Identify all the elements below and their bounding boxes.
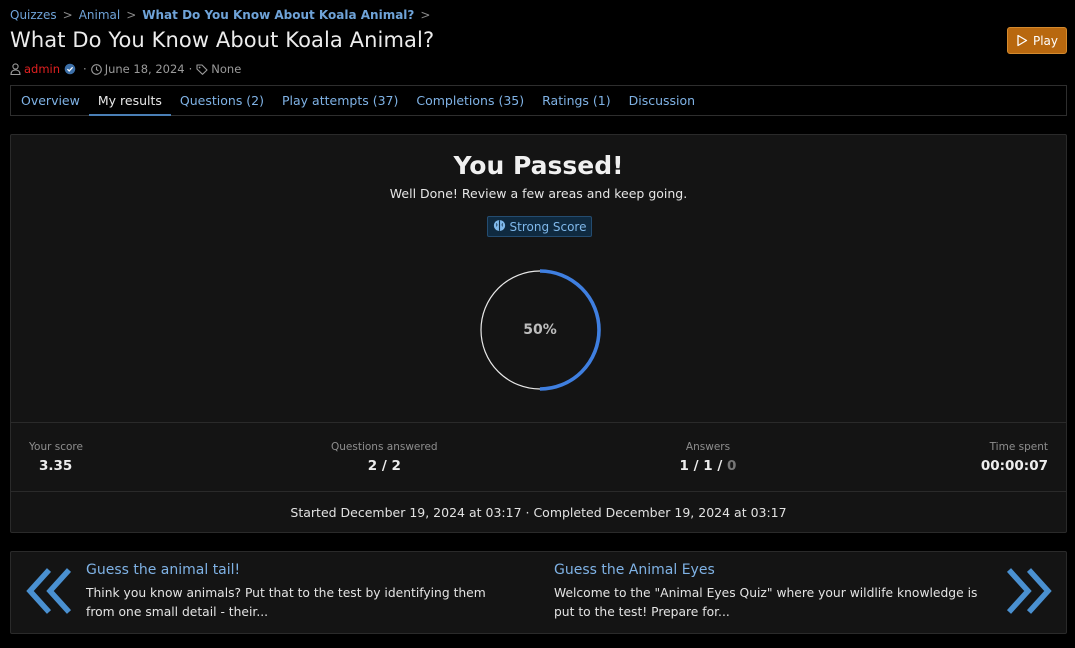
page-title: What Do You Know About Koala Animal? bbox=[10, 28, 435, 52]
publish-date: June 18, 2024 bbox=[104, 62, 185, 76]
stat-label: Time spent bbox=[989, 441, 1048, 453]
tab-completions[interactable]: Completions (35) bbox=[407, 86, 533, 115]
stat-value: 2 / 2 bbox=[367, 458, 401, 474]
gauge-percent-label: 50% bbox=[523, 322, 557, 338]
breadcrumb-item-animal[interactable]: Animal bbox=[79, 8, 121, 22]
stat-label: Your score bbox=[29, 441, 83, 453]
attempt-times: Started December 19, 2024 at 03:17 · Com… bbox=[290, 505, 787, 520]
tab-discussion[interactable]: Discussion bbox=[620, 86, 704, 115]
breadcrumb-separator: > bbox=[62, 8, 73, 22]
tags-value: None bbox=[211, 62, 242, 76]
next-quiz-description: Welcome to the "Animal Eyes Quiz" where … bbox=[554, 586, 978, 619]
stat-value: 3.35 bbox=[39, 458, 73, 474]
play-button-label: Play bbox=[1032, 33, 1059, 48]
play-icon bbox=[1016, 34, 1028, 47]
breadcrumb-separator: > bbox=[420, 8, 431, 22]
score-badge: Strong Score bbox=[487, 216, 592, 237]
result-heading: You Passed! bbox=[453, 151, 624, 180]
result-subtitle: Well Done! Review a few areas and keep g… bbox=[389, 186, 688, 201]
divider bbox=[11, 491, 1066, 492]
author-link[interactable]: admin bbox=[24, 62, 60, 76]
breadcrumb-separator: > bbox=[126, 8, 137, 22]
breadcrumb: Quizzes > Animal > What Do You Know Abou… bbox=[10, 7, 436, 23]
brain-icon bbox=[493, 219, 506, 235]
stat-answers: Answers 1 / 1 / 0 bbox=[678, 441, 738, 474]
answers-partial: 1 bbox=[703, 458, 713, 474]
play-button[interactable]: Play bbox=[1007, 27, 1067, 54]
stat-value: 00:00:07 bbox=[980, 458, 1048, 474]
score-badge-label: Strong Score bbox=[509, 219, 587, 234]
stat-label: Questions answered bbox=[331, 441, 438, 453]
tab-play-attempts[interactable]: Play attempts (37) bbox=[273, 86, 407, 115]
stat-label: Answers bbox=[685, 441, 731, 453]
stat-time-spent: Time spent 00:00:07 bbox=[981, 441, 1048, 474]
tab-ratings[interactable]: Ratings (1) bbox=[533, 86, 620, 115]
double-chevron-right-icon[interactable] bbox=[1003, 565, 1053, 617]
user-icon bbox=[10, 63, 21, 75]
stat-questions-answered: Questions answered 2 / 2 bbox=[331, 441, 438, 474]
tab-questions[interactable]: Questions (2) bbox=[171, 86, 273, 115]
verified-badge-icon bbox=[64, 63, 76, 75]
meta-separator: · bbox=[188, 62, 193, 76]
answers-correct: 1 bbox=[679, 458, 689, 474]
tab-bar: Overview My results Questions (2) Play a… bbox=[10, 85, 1067, 116]
next-quiz[interactable]: Guess the Animal Eyes Welcome to the "An… bbox=[554, 562, 984, 622]
prev-quiz-description: Think you know animals? Put that to the … bbox=[86, 586, 486, 619]
stat-value: 1 / 1 / 0 bbox=[678, 458, 738, 474]
prev-quiz-title[interactable]: Guess the animal tail! bbox=[86, 562, 516, 578]
answers-wrong: 0 bbox=[727, 458, 737, 474]
quiz-meta: admin · June 18, 2024 · None bbox=[10, 61, 241, 77]
prev-quiz[interactable]: Guess the animal tail! Think you know an… bbox=[86, 562, 516, 622]
clock-icon bbox=[90, 63, 102, 75]
quiz-navigation: Guess the animal tail! Think you know an… bbox=[10, 551, 1067, 634]
tab-my-results[interactable]: My results bbox=[88, 86, 171, 116]
tab-overview[interactable]: Overview bbox=[12, 86, 89, 115]
results-panel: You Passed! Well Done! Review a few area… bbox=[10, 134, 1067, 533]
divider bbox=[11, 422, 1066, 423]
breadcrumb-item-quizzes[interactable]: Quizzes bbox=[10, 8, 57, 22]
next-quiz-title[interactable]: Guess the Animal Eyes bbox=[554, 562, 984, 578]
meta-separator: · bbox=[83, 62, 87, 76]
tag-icon bbox=[196, 63, 208, 75]
breadcrumb-item-current[interactable]: What Do You Know About Koala Animal? bbox=[142, 8, 414, 22]
answers-separator: / bbox=[717, 458, 723, 474]
stat-your-score: Your score 3.35 bbox=[29, 441, 83, 474]
double-chevron-left-icon[interactable] bbox=[25, 565, 75, 617]
answers-separator: / bbox=[693, 458, 699, 474]
